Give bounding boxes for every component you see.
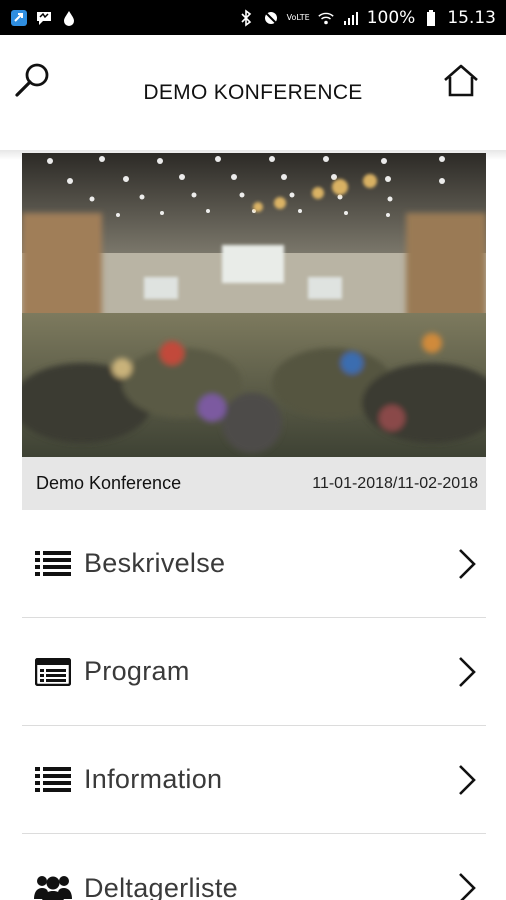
signal-icon: [342, 9, 360, 27]
list-icon: [34, 546, 72, 582]
mute-icon: [262, 9, 280, 27]
menu-item-deltagerliste[interactable]: Deltagerliste: [22, 834, 486, 900]
home-button[interactable]: [440, 61, 482, 101]
wifi-icon: [317, 9, 335, 27]
list-icon: [34, 762, 72, 798]
menu-item-label: Beskrivelse: [84, 548, 226, 578]
status-bar: VoLTE 100% 15.13: [0, 0, 506, 35]
battery-icon: [422, 9, 440, 27]
menu-item-program[interactable]: Program: [22, 618, 486, 726]
bluetooth-icon: [237, 8, 255, 27]
event-dates: 11-01-2018/11-02-2018: [312, 474, 478, 492]
event-name: Demo Konference: [36, 473, 182, 493]
menu-item-beskrivelse[interactable]: Beskrivelse: [22, 510, 486, 618]
event-caption: Demo Konference 11-01-2018/11-02-2018: [22, 457, 486, 510]
menu-item-label: Deltagerliste: [84, 872, 238, 900]
home-icon: [444, 64, 478, 97]
menu-item-label: Program: [84, 656, 190, 686]
app-header: DEMO KONFERENCE: [0, 35, 506, 153]
chevron-right-icon: [459, 873, 476, 900]
battery-percent: 100%: [366, 7, 416, 28]
program-icon: [34, 654, 72, 690]
app-notification-icon: [10, 9, 28, 27]
event-menu: Beskrivelse Program Information Deltager…: [22, 510, 486, 900]
menu-item-label: Information: [84, 764, 223, 794]
people-icon: [34, 870, 72, 900]
chevron-right-icon: [459, 656, 476, 687]
clock: 15.13: [447, 7, 496, 28]
menu-item-information[interactable]: Information: [22, 726, 486, 834]
chevron-right-icon: [459, 548, 476, 579]
drop-notification-icon: [60, 9, 78, 27]
messenger-notification-icon: [35, 9, 53, 27]
volte-indicator: VoLTE: [286, 12, 310, 22]
event-hero-image: [22, 153, 486, 457]
chevron-right-icon: [459, 764, 476, 795]
page-title: DEMO KONFERENCE: [143, 81, 363, 104]
